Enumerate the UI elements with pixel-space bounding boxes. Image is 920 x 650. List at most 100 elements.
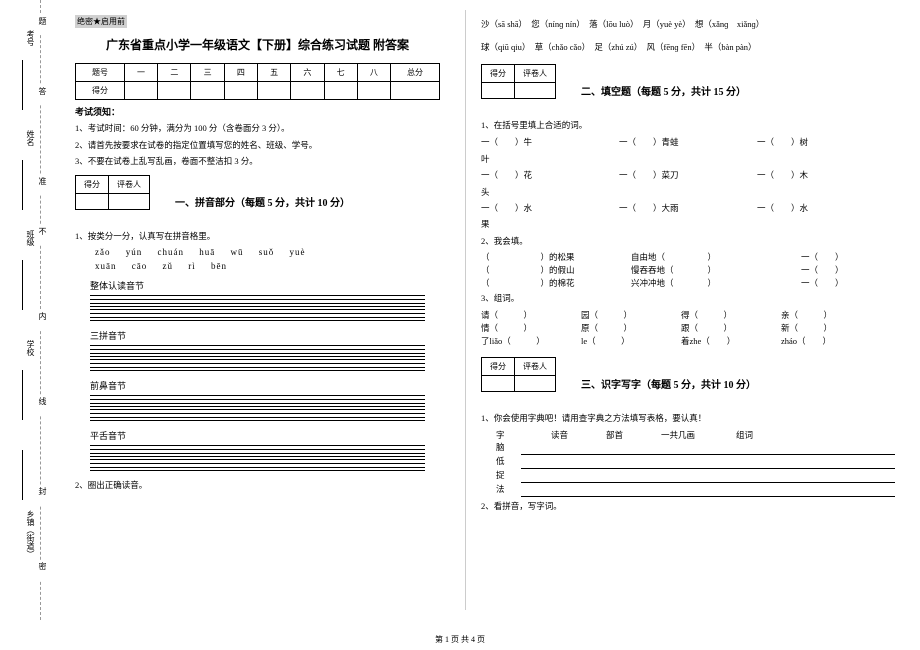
td[interactable] bbox=[124, 82, 157, 100]
question-text: 2、圈出正确读音。 bbox=[75, 479, 440, 493]
seal-text: 准 bbox=[37, 175, 48, 195]
fill-item[interactable]: 园（ ） bbox=[581, 309, 681, 321]
td[interactable] bbox=[158, 82, 191, 100]
field-line bbox=[22, 60, 23, 110]
score-cell[interactable] bbox=[482, 82, 515, 98]
fill-item[interactable]: 慢吞吞地（ ） bbox=[631, 264, 801, 276]
char-cell: 低 bbox=[496, 455, 516, 469]
fill-item[interactable]: 一（ ）水 bbox=[481, 201, 619, 215]
page-footer: 第 1 页 共 4 页 bbox=[0, 634, 920, 645]
fill-row: 叶 bbox=[481, 152, 895, 166]
table-row[interactable]: 低 bbox=[496, 455, 895, 469]
fill-row[interactable]: 一（ ）牛一（ ）青蛙一（ ）树 bbox=[481, 135, 895, 149]
table-row[interactable]: 捉 bbox=[496, 469, 895, 483]
fill-item[interactable]: 自由地（ ） bbox=[631, 251, 801, 263]
reviewer-label: 评卷人 bbox=[515, 358, 556, 376]
fill-item[interactable]: 一（ ）青蛙 bbox=[619, 135, 757, 149]
th: 题号 bbox=[76, 64, 125, 82]
fill-row[interactable]: （ ）的假山慢吞吞地（ ）一（ ） bbox=[481, 264, 895, 276]
td[interactable] bbox=[291, 82, 324, 100]
answer-line[interactable] bbox=[521, 469, 895, 483]
table-row[interactable]: 脑 bbox=[496, 441, 895, 455]
notice-item: 2、请首先按要求在试卷的指定位置填写您的姓名、班级、学号。 bbox=[75, 139, 440, 153]
fill-item[interactable]: 一（ ）牛 bbox=[481, 135, 619, 149]
field-line bbox=[22, 260, 23, 310]
fill-item[interactable]: 情（ ） bbox=[481, 322, 581, 334]
fill-item[interactable]: 一（ ）菜刀 bbox=[619, 168, 757, 182]
answer-line[interactable] bbox=[521, 441, 895, 455]
fill-item[interactable]: （ ）的松果 bbox=[481, 251, 631, 263]
pinyin-grid[interactable] bbox=[90, 459, 425, 471]
fill-item[interactable]: 得（ ） bbox=[681, 309, 781, 321]
notice-heading: 考试须知： bbox=[75, 105, 440, 118]
pinyin-grid[interactable] bbox=[90, 395, 425, 407]
fill-item[interactable]: 一（ ）大雨 bbox=[619, 201, 757, 215]
pinyin-choice-row[interactable]: 沙（sā shā） 您（nínɡ nín） 落（lōu luò） 月（yuè y… bbox=[481, 17, 895, 32]
td[interactable] bbox=[224, 82, 257, 100]
reviewer-cell[interactable] bbox=[109, 193, 150, 209]
reviewer-cell[interactable] bbox=[515, 82, 556, 98]
score-cell[interactable] bbox=[76, 193, 109, 209]
fill-item[interactable]: 一（ ） bbox=[801, 277, 844, 289]
score-cell[interactable] bbox=[482, 376, 515, 392]
fill-item[interactable]: 一（ ）水 bbox=[757, 201, 895, 215]
fill-item[interactable]: 着zhe（ ） bbox=[681, 335, 781, 347]
fill-row[interactable]: 请（ ）园（ ）得（ ）亲（ ） bbox=[481, 309, 895, 321]
fill-row[interactable]: 一（ ）花一（ ）菜刀一（ ）木 bbox=[481, 168, 895, 182]
seal-text: 线 bbox=[37, 395, 48, 415]
pinyin-grid[interactable] bbox=[90, 309, 425, 321]
seal-text: 内 bbox=[37, 310, 48, 330]
score-box: 得分评卷人 bbox=[481, 64, 556, 99]
table-row[interactable]: 法 bbox=[496, 483, 895, 497]
char-cell: 脑 bbox=[496, 441, 516, 455]
char-cell: 捉 bbox=[496, 469, 516, 483]
answer-line[interactable] bbox=[521, 483, 895, 497]
td[interactable] bbox=[191, 82, 224, 100]
fill-item: 叶 bbox=[481, 152, 895, 166]
score-label: 得分 bbox=[482, 358, 515, 376]
fill-item[interactable]: 一（ ）树 bbox=[757, 135, 895, 149]
fill-item[interactable]: 一（ ） bbox=[801, 264, 844, 276]
confidential-tag: 绝密★启用前 bbox=[75, 15, 127, 28]
fill-row: 果 bbox=[481, 217, 895, 231]
fill-item[interactable]: 一（ ） bbox=[801, 251, 844, 263]
reviewer-cell[interactable] bbox=[515, 376, 556, 392]
answer-line[interactable] bbox=[521, 455, 895, 469]
fill-item[interactable]: 跟（ ） bbox=[681, 322, 781, 334]
fill-item[interactable]: 原（ ） bbox=[581, 322, 681, 334]
notice-item: 3、不要在试卷上乱写乱画，卷面不整洁扣 3 分。 bbox=[75, 155, 440, 169]
fill-item[interactable]: 请（ ） bbox=[481, 309, 581, 321]
pinyin-choice-row[interactable]: 球（qiū qiu） 草（chǎo cǎo） 足（zhú zú） 风（fēnɡ … bbox=[481, 40, 895, 55]
fill-item[interactable]: 兴冲冲地（ ） bbox=[631, 277, 801, 289]
fill-row[interactable]: 一（ ）水一（ ）大雨一（ ）水 bbox=[481, 201, 895, 215]
fill-item[interactable]: 亲（ ） bbox=[781, 309, 832, 321]
fill-row[interactable]: 了liǎo（ ）le（ ）着zhe（ ）zháo（ ） bbox=[481, 335, 895, 347]
pinyin-grid[interactable] bbox=[90, 445, 425, 457]
category-label: 整体认读音节 bbox=[90, 279, 440, 292]
pinyin-grid[interactable] bbox=[90, 345, 425, 357]
td[interactable] bbox=[391, 82, 440, 100]
th: 读音 bbox=[551, 429, 606, 441]
fill-item[interactable]: 了liǎo（ ） bbox=[481, 335, 581, 347]
pinyin-grid[interactable] bbox=[90, 409, 425, 421]
td[interactable] bbox=[257, 82, 290, 100]
pinyin-grid[interactable] bbox=[90, 295, 425, 307]
fill-row[interactable]: （ ）的松果自由地（ ）一（ ） bbox=[481, 251, 895, 263]
dict-table: 字 读音 部首 一共几画 组词 脑 低 捉 法 bbox=[496, 429, 895, 497]
fill-item[interactable]: le（ ） bbox=[581, 335, 681, 347]
fill-item[interactable]: zháo（ ） bbox=[781, 335, 831, 347]
reviewer-label: 评卷人 bbox=[109, 175, 150, 193]
label: 乡镇（街道） bbox=[26, 510, 35, 558]
fill-item[interactable]: 新（ ） bbox=[781, 322, 832, 334]
fill-row[interactable]: （ ）的棉花兴冲冲地（ ）一（ ） bbox=[481, 277, 895, 289]
fill-row[interactable]: 情（ ）原（ ）跟（ ）新（ ） bbox=[481, 322, 895, 334]
fill-item[interactable]: 一（ ）花 bbox=[481, 168, 619, 182]
td[interactable] bbox=[357, 82, 390, 100]
question-text: 1、你会使用字典吧！请用查字典之方法填写表格，要认真！ bbox=[481, 412, 895, 426]
td[interactable] bbox=[324, 82, 357, 100]
pinyin-grid[interactable] bbox=[90, 359, 425, 371]
fill-item[interactable]: （ ）的棉花 bbox=[481, 277, 631, 289]
fill-item[interactable]: 一（ ）木 bbox=[757, 168, 895, 182]
pinyin-row: xuān cāo zǔ rì bēn bbox=[95, 261, 440, 271]
fill-item[interactable]: （ ）的假山 bbox=[481, 264, 631, 276]
